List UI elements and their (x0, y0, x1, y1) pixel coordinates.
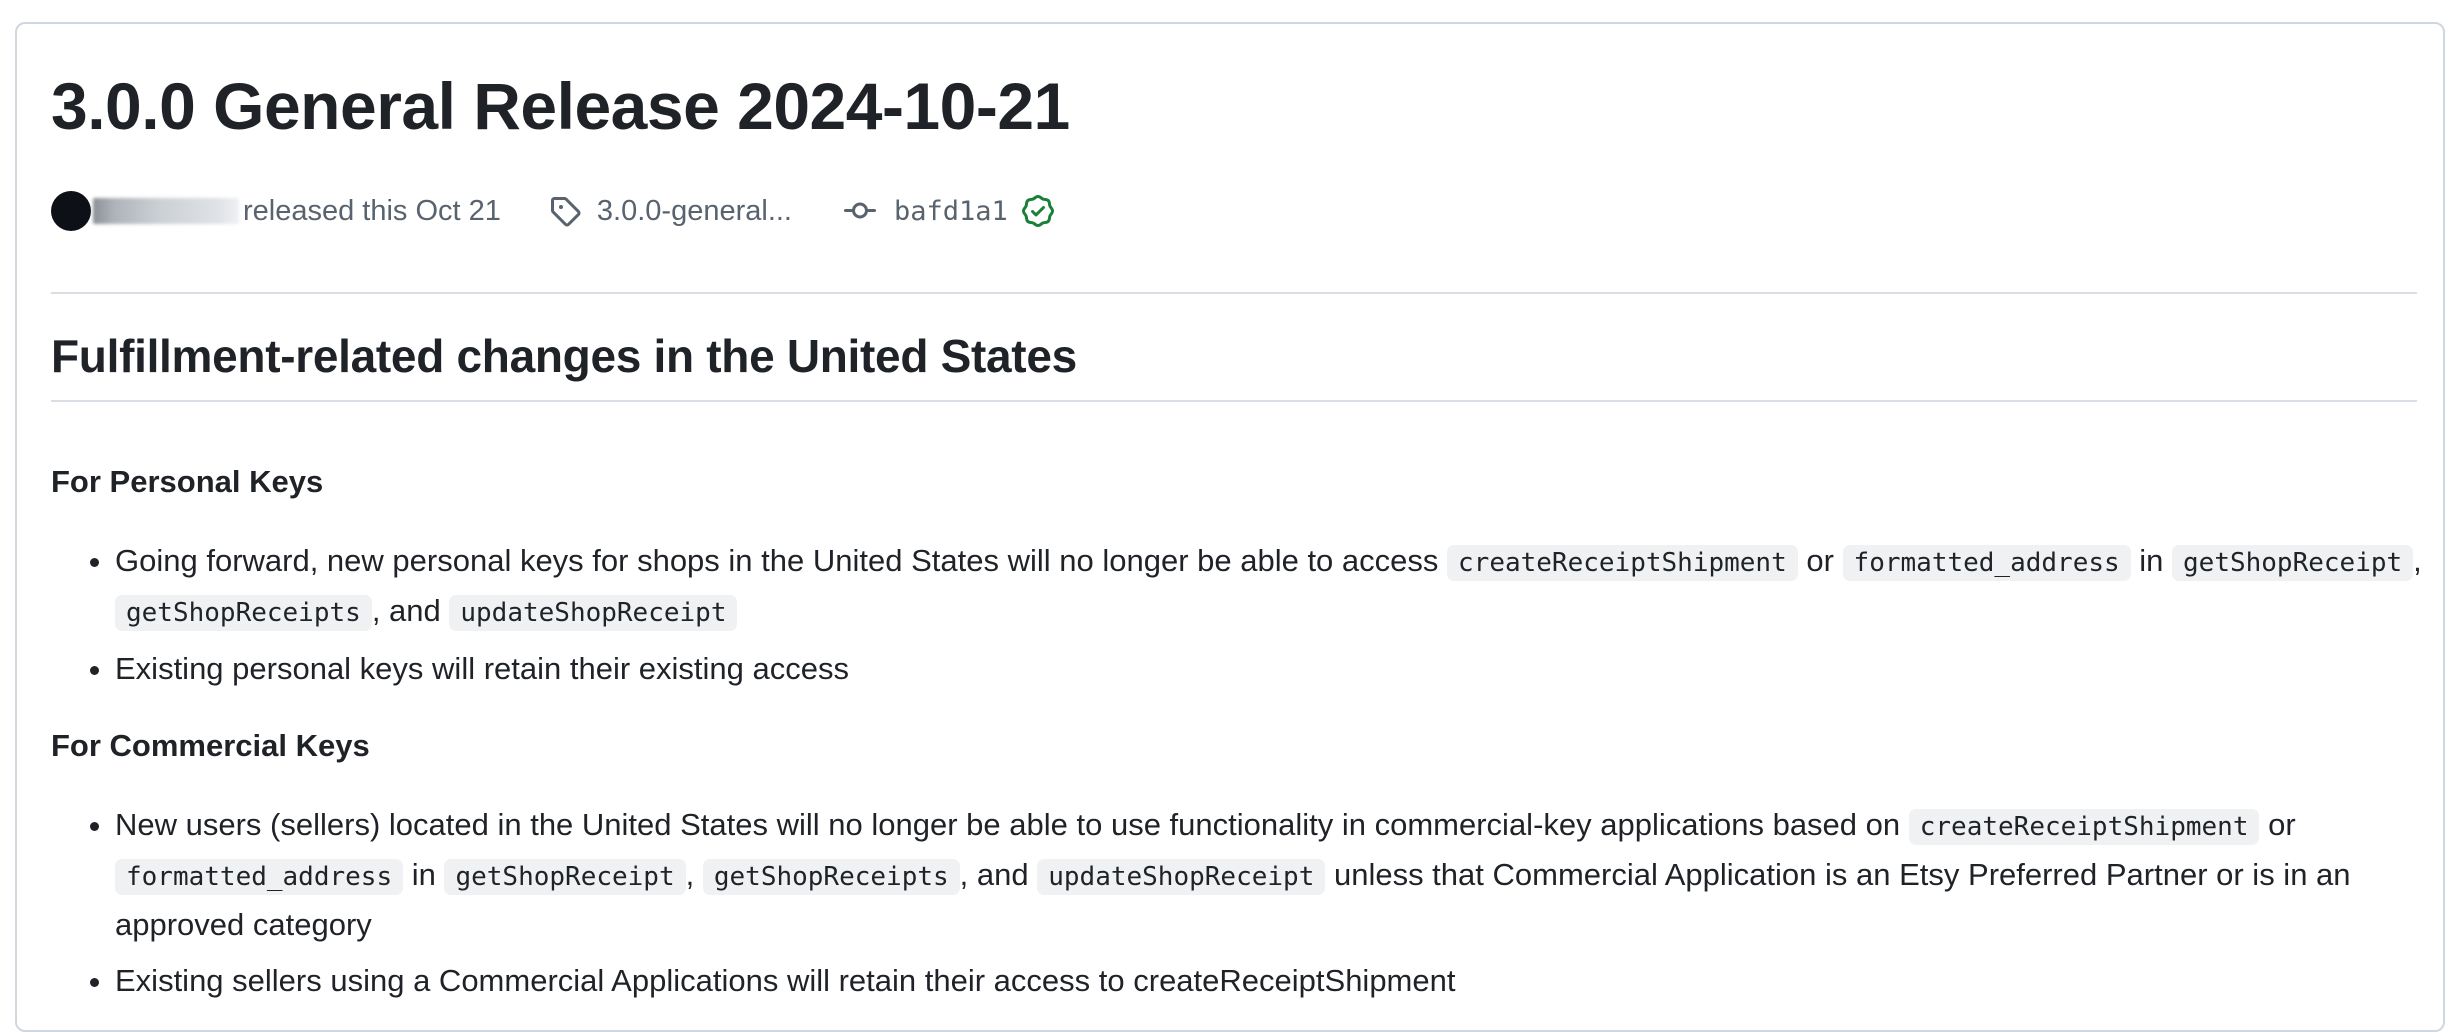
meta-divider (51, 292, 2417, 294)
list-item: Existing personal keys will retain their… (115, 645, 2425, 693)
code-update-shop-receipt: updateShopReceipt (1037, 859, 1326, 895)
code-get-shop-receipts: getShopReceipts (115, 595, 372, 631)
code-update-shop-receipt: updateShopReceipt (449, 595, 738, 631)
code-formatted-address: formatted_address (115, 859, 404, 895)
bullet-list: Going forward, new personal keys for sho… (51, 537, 2425, 701)
release-meta: released this Oct 21 3.0.0-general... ba… (51, 188, 1072, 234)
notes-heading: Fulfillment-related changes in the Unite… (51, 330, 1077, 382)
text-fragment: or (2259, 807, 2296, 842)
code-get-shop-receipts: getShopReceipts (702, 859, 960, 895)
verified-icon[interactable] (1021, 195, 1072, 227)
commit-link[interactable]: bafd1a1 (844, 195, 1072, 227)
text-fragment: , (685, 857, 703, 892)
bullet-list: New users (sellers) located in the Unite… (51, 801, 2425, 1013)
text-fragment: , (2413, 543, 2422, 578)
code-create-receipt-shipment: createReceiptShipment (1908, 809, 2260, 845)
text-fragment: , and (959, 857, 1038, 892)
text-fragment: Going forward, new personal keys for sho… (115, 543, 1448, 578)
author-name-redacted[interactable] (93, 198, 239, 224)
code-get-shop-receipt: getShopReceipt (444, 859, 686, 895)
tag-label: 3.0.0-general... (596, 194, 792, 227)
heading-rule (51, 400, 2417, 402)
list-item: New users (sellers) located in the Unite… (115, 801, 2425, 949)
release-title[interactable]: 3.0.0 General Release 2024-10-21 (51, 66, 1070, 146)
text-fragment: New users (sellers) located in the Unite… (115, 807, 1909, 842)
section-heading: For Commercial Keys (51, 728, 370, 763)
release-tag-link[interactable]: 3.0.0-general... (549, 195, 792, 228)
release-card: 3.0.0 General Release 2024-10-21 release… (15, 22, 2445, 1032)
section-heading: For Personal Keys (51, 464, 324, 499)
git-commit-icon (844, 202, 876, 219)
list-item: Existing sellers using a Commercial Appl… (115, 957, 2425, 1005)
text-fragment: in (403, 857, 445, 892)
code-get-shop-receipt: getShopReceipt (2172, 545, 2414, 581)
code-create-receipt-shipment: createReceiptShipment (1447, 545, 1798, 581)
commit-sha: bafd1a1 (894, 195, 1008, 227)
tag-icon (550, 197, 581, 227)
text-fragment: , and (371, 593, 450, 628)
author-avatar[interactable] (51, 191, 91, 231)
code-formatted-address: formatted_address (1842, 545, 2131, 581)
released-date: released this Oct 21 (243, 194, 501, 227)
list-item: Going forward, new personal keys for sho… (115, 537, 2425, 637)
text-fragment: or (1797, 543, 1843, 578)
text-fragment: in (2130, 543, 2173, 578)
